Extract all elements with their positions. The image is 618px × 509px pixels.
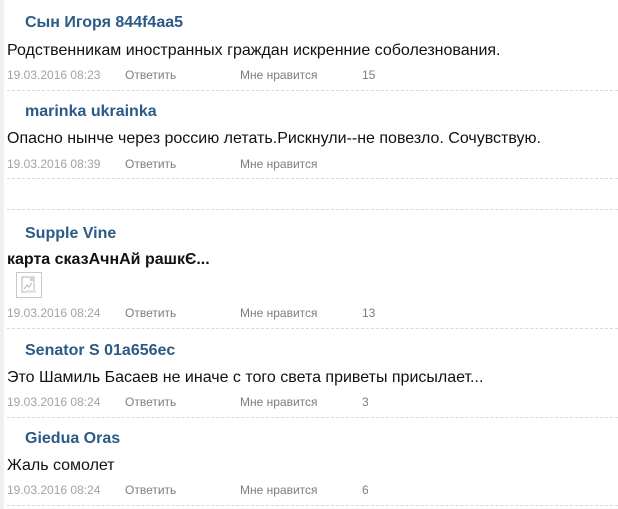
comment-meta: 19.03.2016 08:24 Ответить Мне нравится 1… xyxy=(7,306,618,322)
comment-author[interactable]: marinka ukrainka xyxy=(25,103,157,121)
comment-text: Это Шамиль Басаев не иначе с того света … xyxy=(7,369,484,386)
comment-separator xyxy=(7,328,618,329)
comment-separator xyxy=(7,505,618,506)
like-button[interactable]: Мне нравится xyxy=(240,395,318,409)
comment-separator xyxy=(7,417,618,418)
like-button[interactable]: Мне нравится xyxy=(240,157,318,171)
like-button[interactable]: Мне нравится xyxy=(240,483,318,497)
image-placeholder-icon[interactable] xyxy=(16,272,42,298)
reply-button[interactable]: Ответить xyxy=(125,395,176,409)
like-count: 6 xyxy=(362,483,369,497)
reply-button[interactable]: Ответить xyxy=(125,157,176,171)
comment-meta: 19.03.2016 08:24 Ответить Мне нравится 3 xyxy=(7,395,618,411)
left-border xyxy=(0,0,4,509)
comment-author[interactable]: Сын Игоря 844f4aa5 xyxy=(25,14,183,32)
comment-author[interactable]: Supple Vine xyxy=(25,225,116,243)
comment-date: 19.03.2016 08:24 xyxy=(7,306,101,320)
like-button[interactable]: Мне нравится xyxy=(240,68,318,82)
like-count: 3 xyxy=(362,395,369,409)
section-separator xyxy=(7,209,618,210)
comment-meta: 19.03.2016 08:23 Ответить Мне нравится 1… xyxy=(7,68,618,84)
comment-author[interactable]: Giedua Oras xyxy=(25,430,120,448)
like-count: 13 xyxy=(362,306,376,320)
comment-meta: 19.03.2016 08:39 Ответить Мне нравится xyxy=(7,157,618,173)
comment-text: Родственникам иностранных граждан искрен… xyxy=(7,42,501,59)
comment-text: карта сказАчнАй рашкЄ... xyxy=(7,251,210,268)
comment-date: 19.03.2016 08:24 xyxy=(7,483,101,497)
comment-date: 19.03.2016 08:24 xyxy=(7,395,101,409)
reply-button[interactable]: Ответить xyxy=(125,306,176,320)
like-count: 15 xyxy=(362,68,376,82)
comment-author[interactable]: Senator S 01a656ec xyxy=(25,342,175,360)
comment-text: Жаль сомолет xyxy=(7,457,115,474)
comment-date: 19.03.2016 08:23 xyxy=(7,68,101,82)
comment-separator xyxy=(7,90,618,91)
comment-text: Опасно нынче через россию летать.Рискнул… xyxy=(7,130,541,147)
like-button[interactable]: Мне нравится xyxy=(240,306,318,320)
reply-button[interactable]: Ответить xyxy=(125,483,176,497)
comment-separator xyxy=(7,178,618,179)
comment-meta: 19.03.2016 08:24 Ответить Мне нравится 6 xyxy=(7,483,618,499)
reply-button[interactable]: Ответить xyxy=(125,68,176,82)
comment-date: 19.03.2016 08:39 xyxy=(7,157,101,171)
